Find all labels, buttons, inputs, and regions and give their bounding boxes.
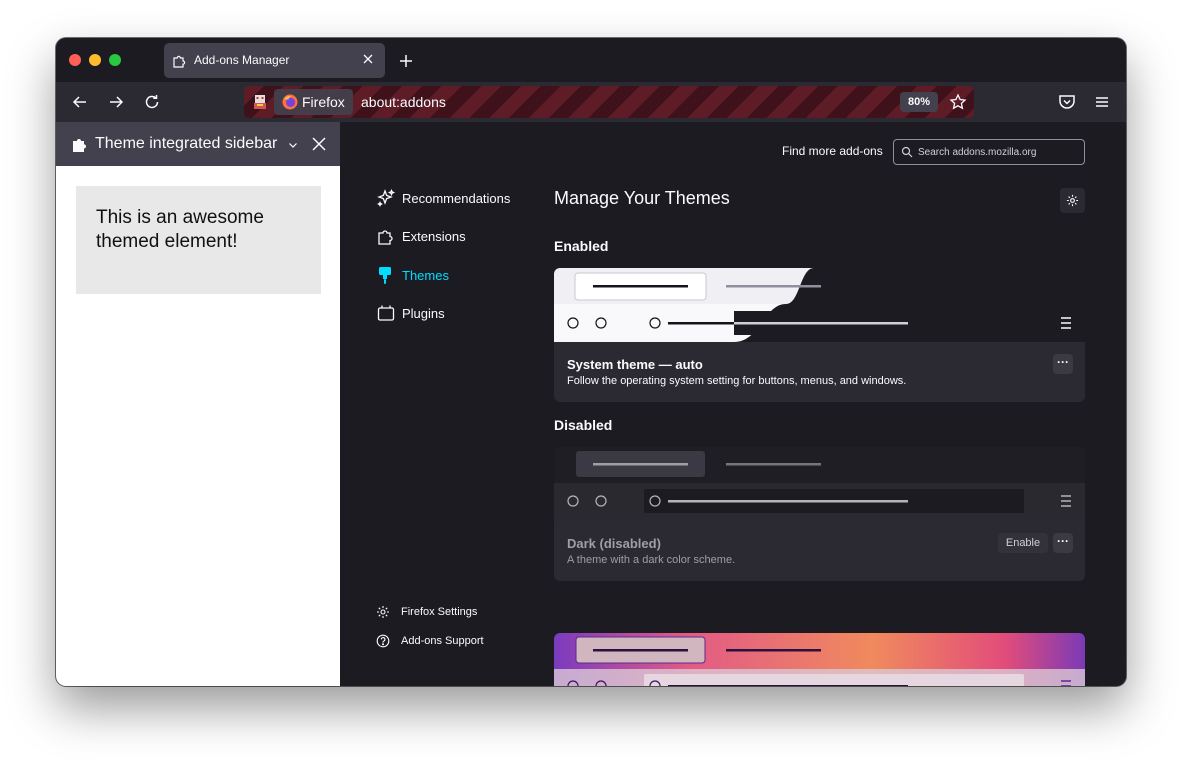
search-addons-box[interactable] xyxy=(893,139,1085,165)
theme-preview-system xyxy=(554,268,1085,342)
plugin-icon xyxy=(377,305,395,321)
category-label: Recommendations xyxy=(402,191,511,206)
paintbrush-icon xyxy=(379,267,391,284)
addons-content: Find more add-ons Recommendations Extens… xyxy=(340,122,1126,686)
close-tab-icon[interactable] xyxy=(361,52,375,66)
category-label: Themes xyxy=(402,268,449,283)
hamburger-menu-icon[interactable] xyxy=(1092,92,1112,112)
extension-icon[interactable] xyxy=(251,93,269,111)
disabled-heading: Disabled xyxy=(554,417,613,433)
themed-element-text: This is an awesome themed element! xyxy=(96,207,264,252)
firefox-logo-icon xyxy=(282,94,298,110)
tab-title: Add-ons Manager xyxy=(194,53,290,67)
theme-name: System theme — auto xyxy=(567,357,703,372)
sidebar: Theme integrated sidebar This is an awes… xyxy=(56,122,340,686)
new-tab-button[interactable] xyxy=(397,52,415,70)
sidebar-title[interactable]: Theme integrated sidebar xyxy=(95,135,277,153)
sparkle-icon xyxy=(377,188,396,207)
minimize-window-button[interactable] xyxy=(89,54,101,66)
chevron-down-icon[interactable] xyxy=(287,139,299,151)
theme-preview-alpenglow xyxy=(554,633,1085,686)
identity-label: Firefox xyxy=(302,94,345,110)
find-more-label: Find more add-ons xyxy=(782,144,883,158)
theme-preview-dark xyxy=(554,447,1085,521)
tab-addons-manager[interactable]: Add-ons Manager xyxy=(164,43,385,78)
enabled-heading: Enabled xyxy=(554,238,609,254)
puzzle-icon xyxy=(173,55,186,68)
theme-card-system[interactable]: System theme — auto Follow the operating… xyxy=(554,268,1085,402)
bookmark-star-icon[interactable] xyxy=(949,93,967,111)
category-label: Extensions xyxy=(402,229,466,244)
navigation-toolbar: Firefox about:addons 80% xyxy=(56,82,1126,122)
theme-description: Follow the operating system setting for … xyxy=(567,375,907,387)
gear-icon xyxy=(377,606,389,618)
themed-element-card: This is an awesome themed element! xyxy=(76,186,321,294)
forward-arrow-icon[interactable] xyxy=(106,92,126,112)
zoom-window-button[interactable] xyxy=(109,54,121,66)
puzzle-icon xyxy=(73,139,86,152)
tab-strip: Add-ons Manager xyxy=(56,38,1126,82)
url-text[interactable]: about:addons xyxy=(361,94,446,110)
sidebar-header: Theme integrated sidebar xyxy=(56,122,340,166)
more-options-button[interactable]: ··· xyxy=(1053,354,1073,374)
category-label: Plugins xyxy=(402,306,445,321)
zoom-indicator[interactable]: 80% xyxy=(900,92,938,112)
enable-theme-button[interactable]: Enable xyxy=(998,533,1048,553)
browser-window: Add-ons Manager Firefox about:addons 80%… xyxy=(56,38,1126,686)
help-icon xyxy=(376,634,390,648)
more-options-button[interactable]: ··· xyxy=(1053,533,1073,553)
close-sidebar-icon[interactable] xyxy=(310,135,328,153)
footer-link-label: Firefox Settings xyxy=(401,606,478,618)
search-addons-input[interactable] xyxy=(916,143,1080,162)
page-title: Manage Your Themes xyxy=(554,188,730,208)
theme-card-alpenglow[interactable] xyxy=(554,633,1085,686)
puzzle-icon xyxy=(378,230,393,245)
pocket-icon[interactable] xyxy=(1057,92,1077,112)
footer-link-label: Add-ons Support xyxy=(401,635,484,647)
tools-gear-button[interactable] xyxy=(1060,188,1085,213)
reload-icon[interactable] xyxy=(142,92,162,112)
gear-icon xyxy=(1066,194,1079,207)
identity-box[interactable]: Firefox xyxy=(274,89,353,115)
search-icon xyxy=(901,146,913,158)
theme-description: A theme with a dark color scheme. xyxy=(567,554,736,566)
close-window-button[interactable] xyxy=(69,54,81,66)
theme-name: Dark (disabled) xyxy=(567,536,661,551)
back-arrow-icon[interactable] xyxy=(70,92,90,112)
url-bar[interactable]: Firefox about:addons 80% xyxy=(244,86,974,118)
theme-card-dark[interactable]: Dark (disabled) A theme with a dark colo… xyxy=(554,447,1085,581)
